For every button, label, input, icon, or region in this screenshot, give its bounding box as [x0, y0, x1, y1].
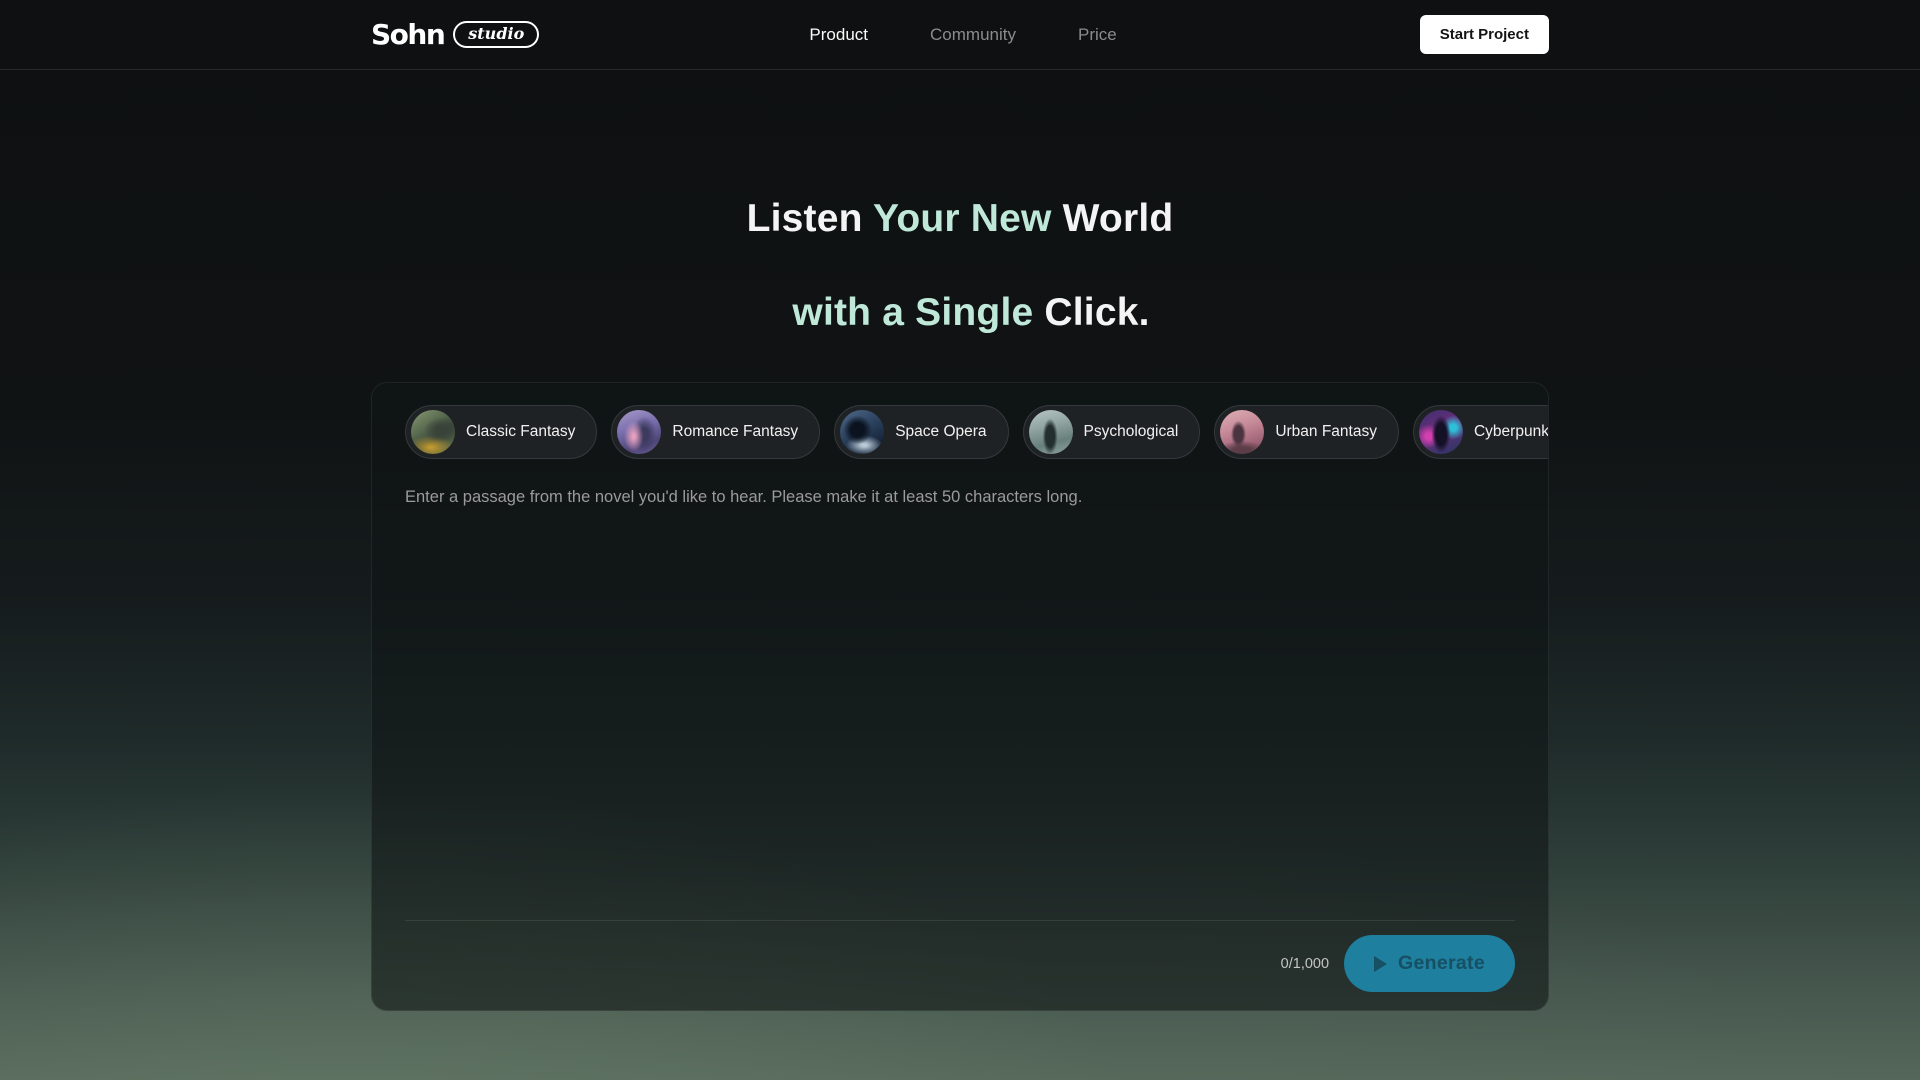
play-icon [1374, 956, 1387, 972]
genre-chip-urban-fantasy[interactable]: Urban Fantasy [1214, 405, 1399, 459]
nav-link-product[interactable]: Product [809, 25, 868, 45]
logo-brand-text: Sohn [371, 18, 444, 51]
nav-links: Product Community Price [809, 25, 1116, 45]
generate-button[interactable]: Generate [1344, 935, 1515, 992]
card-footer: 0/1,000 Generate [405, 921, 1548, 992]
genre-chip-label: Cyberpunk [1474, 423, 1548, 441]
navbar: Sohn studio Product Community Price Star… [0, 0, 1920, 70]
hero-line1-part1: Listen [747, 197, 873, 240]
page-title: Listen Your New World with a Single Clic… [0, 196, 1920, 336]
logo-studio-badge: studio [453, 21, 539, 48]
classic-fantasy-thumb-icon [411, 410, 455, 454]
genre-chip-psychological[interactable]: Psychological [1023, 405, 1201, 459]
genre-chip-label: Urban Fantasy [1275, 423, 1377, 441]
genre-chip-label: Psychological [1084, 423, 1179, 441]
urban-fantasy-thumb-icon [1220, 410, 1264, 454]
char-counter: 0/1,000 [1281, 956, 1329, 972]
logo[interactable]: Sohn studio [371, 18, 539, 51]
space-opera-thumb-icon [840, 410, 884, 454]
cyberpunk-thumb-icon [1419, 410, 1463, 454]
romance-fantasy-thumb-icon [617, 410, 661, 454]
hero-line2-part2: Click. [1033, 291, 1149, 334]
genre-chip-cyberpunk[interactable]: Cyberpunk [1413, 405, 1548, 459]
hero-line1-accent: Your New [873, 197, 1052, 240]
genre-chip-label: Space Opera [895, 423, 986, 441]
psychological-thumb-icon [1029, 410, 1073, 454]
hero-line2-accent: with a Single [792, 291, 1033, 334]
hero-section: Listen Your New World with a Single Clic… [0, 196, 1920, 336]
genre-chip-romance-fantasy[interactable]: Romance Fantasy [611, 405, 820, 459]
passage-input[interactable] [405, 485, 1550, 920]
genre-chip-row: Classic Fantasy Romance Fantasy Space Op… [405, 405, 1548, 459]
generator-card: Classic Fantasy Romance Fantasy Space Op… [371, 382, 1549, 1011]
nav-link-community[interactable]: Community [930, 25, 1016, 45]
nav-link-price[interactable]: Price [1078, 25, 1117, 45]
navbar-inner: Sohn studio Product Community Price Star… [371, 15, 1549, 54]
genre-chip-space-opera[interactable]: Space Opera [834, 405, 1008, 459]
generate-button-label: Generate [1398, 952, 1485, 975]
hero-line1-part3: World [1052, 197, 1174, 240]
start-project-button[interactable]: Start Project [1420, 15, 1549, 54]
genre-chip-label: Romance Fantasy [672, 423, 798, 441]
genre-chip-classic-fantasy[interactable]: Classic Fantasy [405, 405, 597, 459]
genre-chip-label: Classic Fantasy [466, 423, 575, 441]
